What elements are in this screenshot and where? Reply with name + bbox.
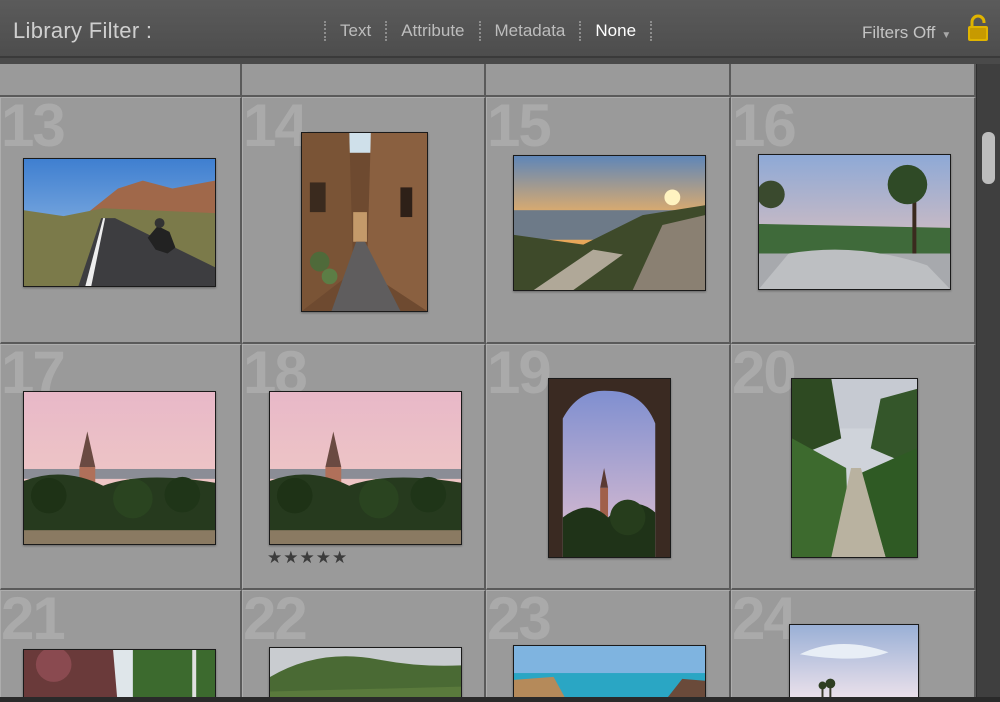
- tab-none[interactable]: None: [595, 21, 636, 41]
- grid-cell[interactable]: 20: [731, 339, 976, 590]
- grid-cell[interactable]: 21: [0, 585, 242, 702]
- grid-cell[interactable]: 13: [0, 92, 242, 344]
- cell-index: 15: [487, 92, 552, 159]
- photo-thumbnail[interactable]: [791, 378, 918, 558]
- grid-cell[interactable]: 14: [242, 92, 486, 344]
- grid-cell[interactable]: 22: [242, 585, 486, 702]
- photo-grid: 13 14 15 16 17 18 ★★★★★ 19 20 21 22 23 2…: [0, 64, 976, 702]
- cell-index: 13: [1, 92, 66, 159]
- tab-attribute[interactable]: Attribute: [401, 21, 464, 41]
- star-rating[interactable]: ★★★★★: [267, 548, 348, 568]
- filter-tabs: Text Attribute Metadata None: [310, 18, 666, 44]
- cell-index: 19: [487, 339, 552, 406]
- grid-cell[interactable]: 18 ★★★★★: [242, 343, 486, 590]
- library-filter-title: Library Filter :: [13, 18, 153, 43]
- photo-thumbnail[interactable]: [548, 378, 671, 558]
- photo-thumbnail[interactable]: [513, 155, 706, 291]
- tab-separator: [579, 21, 582, 41]
- chevron-down-icon: ▼: [941, 29, 952, 41]
- grid-cell[interactable]: 19: [486, 339, 731, 590]
- scrollbar-thumb[interactable]: [982, 132, 995, 184]
- grid-cell[interactable]: 17: [0, 343, 242, 590]
- photo-thumbnail[interactable]: [23, 649, 216, 702]
- grid-cell[interactable]: 15: [486, 92, 731, 344]
- photo-thumbnail[interactable]: [301, 132, 428, 312]
- tab-separator: [478, 21, 481, 41]
- grid-cell[interactable]: 24: [731, 585, 976, 702]
- panel-bottom-edge: [0, 697, 1000, 702]
- filter-preset-label: Filters Off: [862, 23, 936, 42]
- photo-thumbnail[interactable]: [789, 624, 919, 702]
- photo-thumbnail[interactable]: [23, 391, 216, 545]
- cell-index: 23: [487, 585, 552, 652]
- tab-separator: [385, 21, 388, 41]
- lock-icon[interactable]: [966, 14, 990, 42]
- grid-cell[interactable]: 23: [486, 585, 731, 702]
- photo-thumbnail[interactable]: [23, 158, 216, 287]
- photo-thumbnail[interactable]: [269, 647, 462, 702]
- library-filter-bar: Library Filter : Text Attribute Metadata…: [0, 0, 1000, 58]
- photo-thumbnail[interactable]: [269, 391, 462, 545]
- cell-index: 21: [1, 585, 66, 652]
- tab-separator: [650, 21, 653, 41]
- cell-index: 14: [243, 92, 308, 159]
- cell-index: 16: [732, 92, 797, 159]
- tab-separator: [324, 21, 326, 41]
- cell-index: 22: [243, 585, 308, 652]
- tab-text[interactable]: Text: [340, 21, 371, 41]
- tab-metadata[interactable]: Metadata: [495, 21, 566, 41]
- grid-cell[interactable]: 16: [731, 92, 976, 344]
- cell-index: 24: [732, 585, 797, 652]
- photo-thumbnail[interactable]: [758, 154, 951, 290]
- cell-index: 20: [732, 339, 797, 406]
- vertical-scrollbar[interactable]: [976, 64, 1000, 702]
- filter-preset-dropdown[interactable]: Filters Off ▼: [862, 23, 951, 43]
- photo-thumbnail[interactable]: [513, 645, 706, 702]
